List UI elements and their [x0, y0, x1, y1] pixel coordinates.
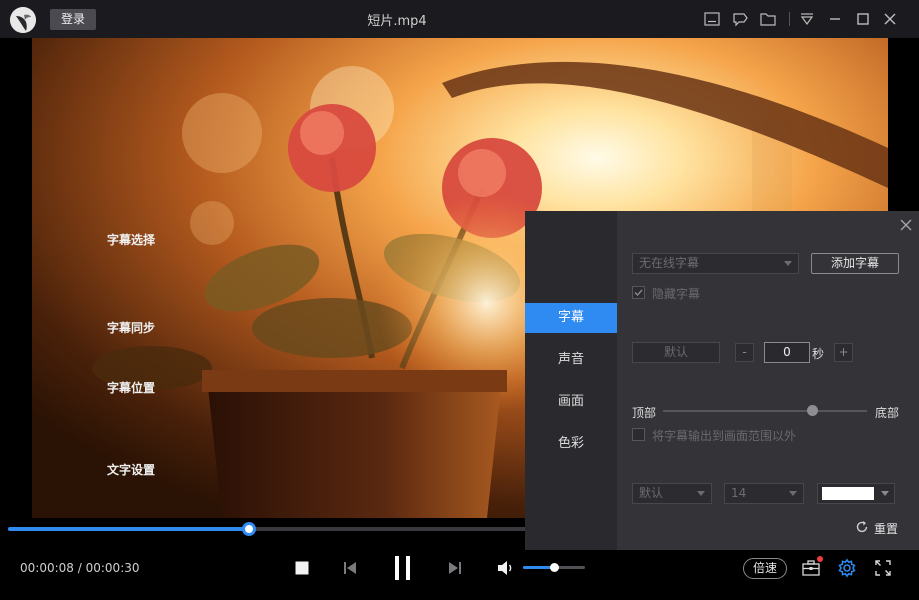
overflow-label: 将字幕输出到画面范围以外 — [652, 429, 797, 443]
subtitle-dropdown[interactable]: 无在线字幕 — [632, 253, 799, 274]
folder-icon[interactable] — [758, 9, 778, 29]
stop-icon[interactable] — [294, 560, 310, 576]
notification-dot — [817, 556, 823, 562]
reset-icon[interactable] — [855, 520, 869, 534]
progress-fill — [8, 527, 250, 531]
chevron-down-icon — [881, 491, 889, 496]
sync-unit-label: 秒 — [812, 347, 825, 361]
time-display: 00:00:08 / 00:00:30 — [20, 561, 140, 575]
subtitle-dropdown-value: 无在线字幕 — [639, 256, 700, 270]
overflow-checkbox[interactable] — [632, 428, 645, 441]
font-dropdown-value: 默认 — [639, 486, 664, 500]
tab-color[interactable]: 色彩 — [525, 429, 617, 459]
titlebar-divider — [789, 12, 790, 26]
font-dropdown[interactable]: 默认 — [632, 483, 712, 504]
close-icon[interactable] — [880, 9, 900, 29]
font-size-dropdown[interactable]: 14 — [724, 483, 804, 504]
position-bottom-label: 底部 — [875, 406, 900, 420]
maximize-icon[interactable] — [853, 9, 873, 29]
position-top-label: 顶部 — [632, 406, 657, 420]
minimize-icon[interactable] — [825, 9, 845, 29]
settings-gear-icon[interactable] — [837, 558, 857, 578]
window-title: 短片.mp4 — [367, 14, 427, 29]
font-size-value: 14 — [731, 486, 747, 500]
next-icon[interactable] — [447, 560, 463, 576]
previous-icon[interactable] — [342, 560, 358, 576]
volume-icon[interactable] — [497, 560, 515, 576]
sync-default-button[interactable]: 默认 — [632, 342, 720, 363]
total-time: 00:00:30 — [85, 561, 140, 575]
subtitle-sync-title: 字幕同步 — [107, 321, 156, 335]
subtitle-position-title: 字幕位置 — [107, 381, 156, 395]
sync-offset-input[interactable]: 0 — [764, 342, 810, 363]
reset-button[interactable]: 重置 — [874, 520, 898, 537]
tab-audio[interactable]: 声音 — [525, 345, 617, 375]
chevron-down-icon — [784, 261, 792, 266]
hide-subtitle-label: 隐藏字幕 — [652, 287, 701, 301]
current-time: 00:00:08 — [20, 561, 74, 575]
subtitle-icon[interactable] — [702, 9, 722, 29]
check-icon — [634, 289, 643, 297]
tab-subtitle[interactable]: 字幕 — [525, 303, 617, 333]
pin-icon[interactable] — [730, 9, 750, 29]
volume-handle[interactable] — [550, 563, 559, 572]
pause-icon[interactable] — [392, 555, 414, 581]
subtitle-select-title: 字幕选择 — [107, 233, 156, 247]
text-color-swatch — [822, 487, 874, 500]
chevron-down-icon — [789, 491, 797, 496]
sync-plus-button[interactable]: + — [834, 343, 853, 362]
hide-subtitle-checkbox[interactable] — [632, 286, 645, 299]
time-separator: / — [77, 561, 82, 575]
fullscreen-icon[interactable] — [873, 558, 893, 578]
text-settings-title: 文字设置 — [107, 463, 156, 477]
add-subtitle-button[interactable]: 添加字幕 — [811, 253, 899, 274]
panel-close-icon[interactable] — [898, 217, 914, 233]
text-color-picker[interactable] — [817, 483, 895, 504]
chevron-down-icon — [697, 491, 705, 496]
tab-picture[interactable]: 画面 — [525, 387, 617, 417]
sync-minus-button[interactable]: - — [735, 343, 754, 362]
volume-slider[interactable] — [523, 563, 585, 572]
progress-handle[interactable] — [242, 522, 257, 536]
position-slider-handle[interactable] — [806, 405, 818, 416]
speed-button[interactable]: 倍速 — [743, 558, 787, 579]
settings-sidebar: 字幕 声音 画面 色彩 — [525, 211, 617, 550]
position-slider[interactable] — [663, 405, 867, 416]
title-bar: 登录 短片.mp4 — [0, 0, 919, 38]
menu-icon[interactable] — [797, 9, 817, 29]
